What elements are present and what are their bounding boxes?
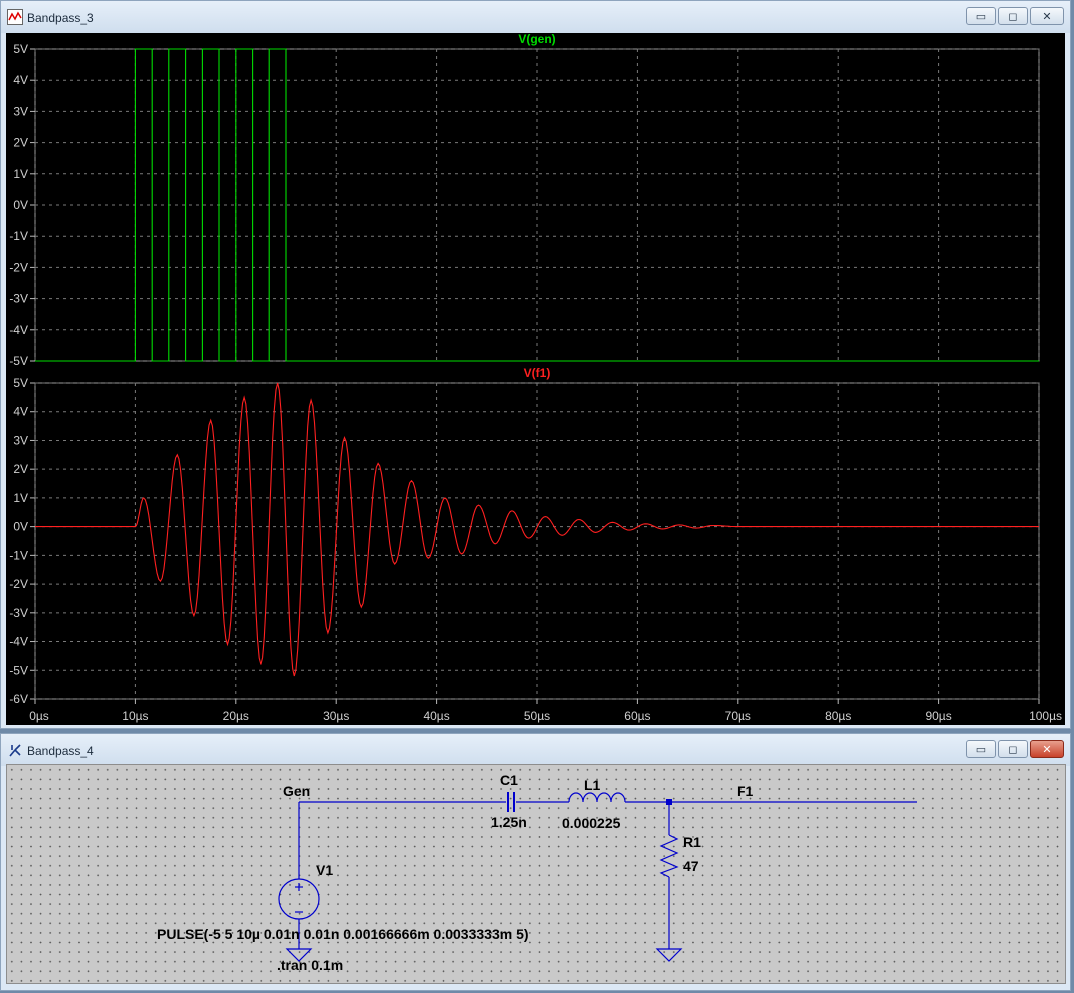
close-button[interactable]: ✕ (1030, 7, 1064, 25)
l1-name[interactable]: L1 (584, 777, 601, 793)
y-tick-label: -2V (9, 260, 28, 274)
junction-dot (666, 799, 672, 805)
y-tick-label: 1V (13, 491, 28, 505)
schematic-titlebar[interactable]: Bandpass_4 ▭ ◻ ✕ (1, 734, 1070, 766)
v1-name[interactable]: V1 (316, 862, 333, 878)
spice-directive[interactable]: .tran 0.1m (277, 957, 343, 973)
y-tick-label: -4V (9, 323, 28, 337)
y-tick-label: 3V (13, 104, 28, 118)
voltage-source-v1[interactable] (278, 878, 320, 920)
x-axis: 0µs 10µs 20µs 30µs 40µs 50µs 60µs 70µs 80µs 90µs 1… (29, 699, 1062, 723)
net-label-f1[interactable]: F1 (737, 783, 754, 799)
pane-vgen[interactable]: 5V 4V 3V 2V 1V 0V -1V -2V -3V -4V -5V V(gen) (9, 32, 1040, 368)
y-tick-label: 4V (13, 405, 28, 419)
schematic-window-title: Bandpass_4 (27, 744, 94, 758)
trace-label-vgen[interactable]: V(gen) (518, 32, 555, 46)
c1-value[interactable]: 1.25n (491, 814, 527, 830)
pane-vf1[interactable]: 5V 4V 3V 2V 1V 0V -1V -2V -3V -4V -5V -6V V(f1) (9, 366, 1040, 706)
waveform-window-title: Bandpass_3 (27, 11, 94, 25)
y-tick-label: 0V (13, 520, 28, 534)
r1-value[interactable]: 47 (683, 858, 699, 874)
inductor-l1[interactable] (568, 792, 626, 803)
y-tick-label: -5V (9, 663, 28, 677)
y-tick-label: 2V (13, 136, 28, 150)
y-tick-label: -1V (9, 548, 28, 562)
minimize-button[interactable]: ▭ (966, 7, 996, 25)
schematic-canvas[interactable]: Gen F1 C1 1.25n L1 0.000225 R1 47 V1 PUL… (6, 764, 1066, 984)
y-tick-label: 1V (13, 167, 28, 181)
c1-name[interactable]: C1 (500, 772, 518, 788)
maximize-button[interactable]: ◻ (998, 740, 1028, 758)
x-tick-label: 60µs (624, 709, 650, 723)
x-tick-label: 90µs (925, 709, 951, 723)
waveform-app-icon (7, 9, 23, 25)
x-tick-label: 20µs (223, 709, 249, 723)
trace-label-vf1[interactable]: V(f1) (524, 366, 551, 380)
y-tick-label: 0V (13, 198, 28, 212)
y-tick-label: -3V (9, 606, 28, 620)
x-tick-label: 70µs (725, 709, 751, 723)
y-tick-label: 4V (13, 73, 28, 87)
x-tick-label: 50µs (524, 709, 550, 723)
y-tick-label: 3V (13, 433, 28, 447)
plot-area[interactable]: 5V 4V 3V 2V 1V 0V -1V -2V -3V -4V -5V V(gen) 5V 4V 3V 2… (6, 32, 1065, 725)
waveform-titlebar[interactable]: Bandpass_3 ▭ ◻ ✕ (1, 1, 1070, 33)
schematic-drawing[interactable]: Gen F1 C1 1.25n L1 0.000225 R1 47 V1 PUL… (7, 765, 1065, 983)
waveform-window: Bandpass_3 ▭ ◻ ✕ 5V 4V 3V 2V 1V 0V -1V -2V -3V -4… (0, 0, 1071, 729)
x-tick-label: 40µs (423, 709, 449, 723)
y-tick-label: -6V (9, 692, 28, 706)
x-tick-label: 0µs (29, 709, 49, 723)
close-button[interactable]: ✕ (1030, 740, 1064, 758)
y-tick-label: 5V (13, 376, 28, 390)
capacitor-c1[interactable] (507, 792, 515, 812)
waveform-plot[interactable]: 5V 4V 3V 2V 1V 0V -1V -2V -3V -4V -5V V(gen) 5V 4V 3V 2… (6, 32, 1065, 725)
schematic-window: Bandpass_4 ▭ ◻ ✕ Gen F1 C1 1.25n L1 0.00… (0, 733, 1071, 991)
resistor-r1[interactable] (659, 834, 679, 878)
l1-value[interactable]: 0.000225 (562, 815, 621, 831)
y-tick-label: -4V (9, 635, 28, 649)
v1-value[interactable]: PULSE(-5 5 10µ 0.01n 0.01n 0.00166666m 0… (157, 926, 529, 942)
y-tick-label: 2V (13, 462, 28, 476)
x-tick-label: 30µs (323, 709, 349, 723)
y-tick-label: 5V (13, 42, 28, 56)
schematic-app-icon (9, 744, 21, 757)
x-tick-label: 100µs (1029, 709, 1062, 723)
y-tick-label: -3V (9, 292, 28, 306)
minimize-button[interactable]: ▭ (966, 740, 996, 758)
r1-name[interactable]: R1 (683, 834, 701, 850)
y-tick-label: -2V (9, 577, 28, 591)
y-tick-label: -5V (9, 354, 28, 368)
ground-r1 (655, 948, 683, 962)
net-label-gen[interactable]: Gen (283, 783, 310, 799)
x-tick-label: 10µs (122, 709, 148, 723)
x-tick-label: 80µs (825, 709, 851, 723)
y-tick-label: -1V (9, 229, 28, 243)
maximize-button[interactable]: ◻ (998, 7, 1028, 25)
